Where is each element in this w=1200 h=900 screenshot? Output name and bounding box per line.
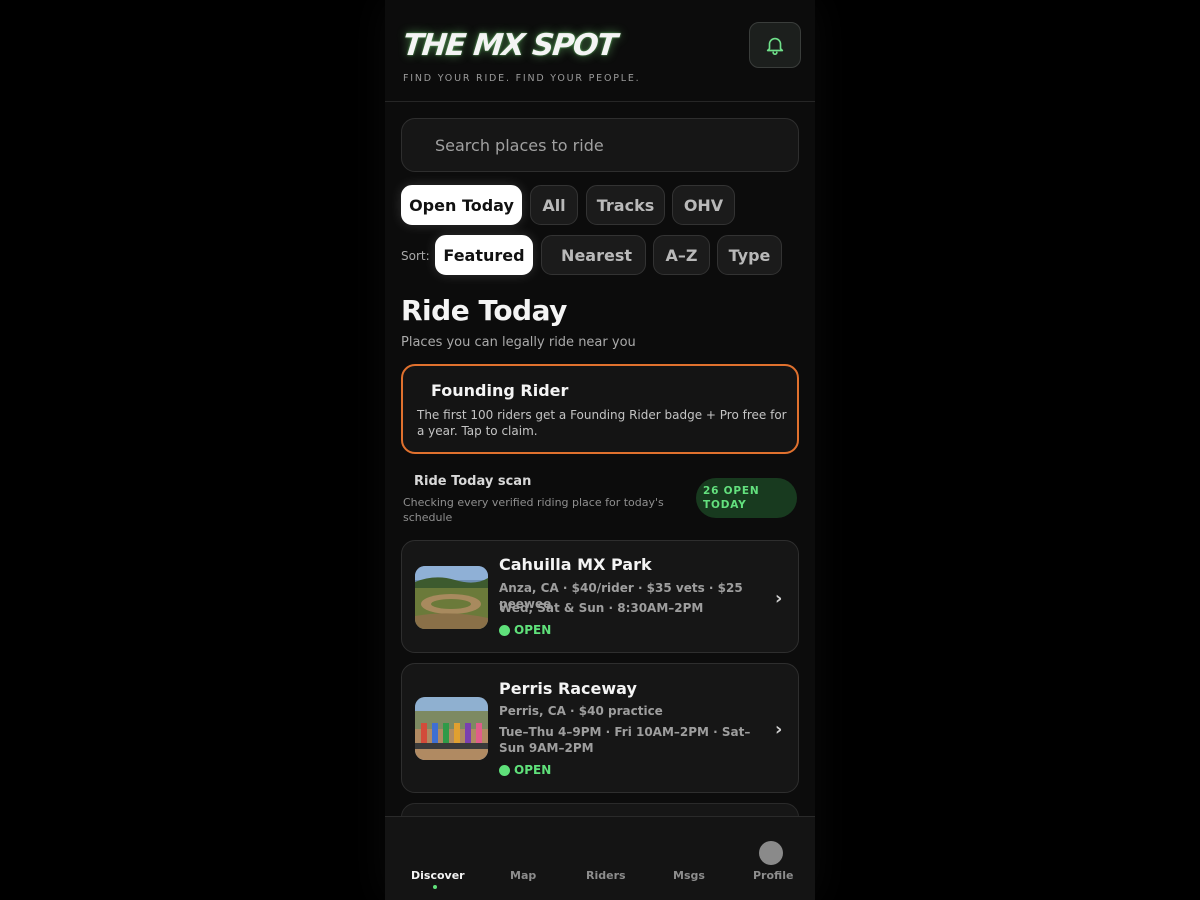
app-logo[interactable]: THE MX SPOT	[401, 28, 618, 63]
scan-title: Ride Today scan	[414, 474, 532, 489]
nav-discover[interactable]: Discover	[411, 869, 465, 882]
sort-featured[interactable]: Featured	[435, 235, 533, 275]
chevron-right-icon[interactable]: ›	[775, 719, 782, 740]
search-input[interactable]	[435, 135, 775, 155]
place-status-label: OPEN	[514, 623, 552, 637]
section-subtitle: Places you can legally ride near you	[401, 335, 636, 350]
status-dot-icon	[499, 624, 510, 636]
app-shell: THE MX SPOT FIND YOUR RIDE. FIND YOUR PE…	[385, 0, 815, 900]
active-indicator-dot	[433, 885, 437, 889]
profile-avatar[interactable]	[759, 841, 783, 865]
nav-riders[interactable]: Riders	[586, 869, 626, 882]
sort-a-z[interactable]: A–Z	[653, 235, 710, 275]
place-name: Cahuilla MX Park	[499, 555, 652, 574]
nav-map[interactable]: Map	[510, 869, 536, 882]
founding-rider-title: Founding Rider	[431, 381, 569, 400]
chevron-right-icon[interactable]: ›	[775, 588, 782, 609]
place-thumbnail	[415, 566, 488, 629]
app-tagline: FIND YOUR RIDE. FIND YOUR PEOPLE.	[403, 73, 641, 84]
scan-subtitle: Checking every verified riding place for…	[403, 496, 664, 524]
notifications-button[interactable]	[749, 22, 801, 68]
sort-nearest[interactable]: Nearest	[541, 235, 646, 275]
sort-label: Sort:	[401, 249, 430, 263]
section-title: Ride Today	[401, 294, 567, 327]
place-name: Perris Raceway	[499, 679, 637, 698]
bottom-navigation: Discover Map Riders Msgs Profile	[385, 816, 815, 900]
bell-icon	[766, 37, 784, 55]
filter-open-today[interactable]: Open Today	[401, 185, 522, 225]
status-dot-icon	[499, 764, 510, 776]
place-card[interactable]: Cahuilla MX Park Anza, CA · $40/rider · …	[401, 540, 799, 653]
place-hours: Tue–Thu 4–9PM · Fri 10AM–2PM · Sat–Sun 9…	[499, 725, 751, 755]
founding-rider-card[interactable]: Founding Rider The first 100 riders get …	[401, 364, 799, 454]
place-card[interactable]: Perris Raceway Perris, CA · $40 practice…	[401, 663, 799, 793]
app-header: THE MX SPOT FIND YOUR RIDE. FIND YOUR PE…	[385, 0, 815, 102]
nav-msgs[interactable]: Msgs	[673, 869, 705, 882]
founding-rider-text: The first 100 riders get a Founding Ride…	[417, 408, 787, 438]
place-hours: Wed, Sat & Sun · 8:30AM–2PM	[499, 601, 704, 615]
sort-type[interactable]: Type	[717, 235, 782, 275]
search-bar[interactable]	[401, 118, 799, 172]
filter-all[interactable]: All	[530, 185, 578, 225]
place-status: OPEN	[499, 763, 551, 777]
open-today-badge: 26 OPEN TODAY	[696, 478, 797, 518]
filter-ohv[interactable]: OHV	[672, 185, 735, 225]
filter-tracks[interactable]: Tracks	[586, 185, 665, 225]
place-details: Perris, CA · $40 practice	[499, 704, 663, 718]
place-status: OPEN	[499, 623, 551, 637]
place-thumbnail	[415, 697, 488, 760]
place-status-label: OPEN	[514, 763, 552, 777]
nav-profile[interactable]: Profile	[753, 869, 793, 882]
